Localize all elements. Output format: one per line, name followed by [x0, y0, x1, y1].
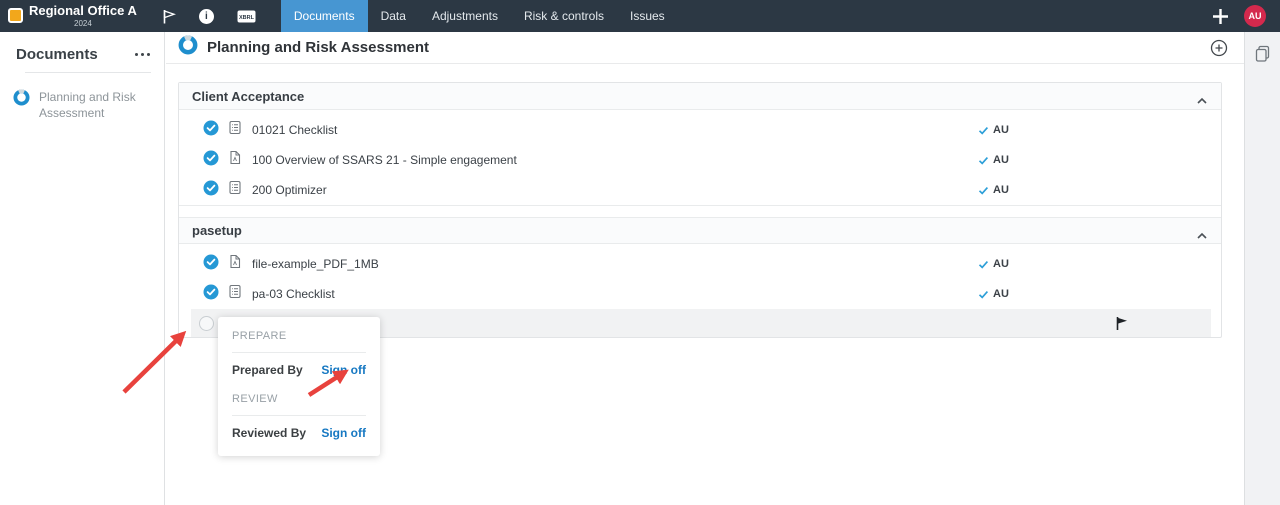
- page-header: Planning and Risk Assessment: [166, 32, 1244, 64]
- info-icon[interactable]: i: [198, 8, 214, 24]
- signoff-complete-icon[interactable]: [203, 180, 219, 201]
- add-document-icon[interactable]: [1210, 39, 1228, 57]
- signoff-complete-icon[interactable]: [203, 284, 219, 305]
- prepare-heading: PREPARE: [232, 330, 287, 342]
- review-heading: REVIEW: [232, 393, 278, 405]
- check-icon: [978, 186, 989, 195]
- chevron-up-icon[interactable]: [1196, 227, 1208, 239]
- document-row[interactable]: file-example_PDF_1MB AU: [179, 249, 1221, 279]
- document-row[interactable]: 200 Optimizer AU: [179, 175, 1221, 205]
- signoff-pending-icon[interactable]: [199, 315, 214, 331]
- document-name: 01021 Checklist: [252, 123, 338, 137]
- document-ring-logo-icon: [13, 89, 30, 121]
- org-logo-icon: [8, 8, 23, 24]
- document-name: 100 Overview of SSARS 21 - Simple engage…: [252, 153, 517, 167]
- document-name: 200 Optimizer: [252, 183, 327, 197]
- prepared-by-label: Prepared By: [232, 363, 303, 377]
- signoff-complete-icon[interactable]: [203, 150, 219, 171]
- document-row[interactable]: pa-03 Checklist AU: [179, 279, 1221, 309]
- section-header-client-acceptance[interactable]: Client Acceptance: [179, 83, 1221, 110]
- popup-divider: [232, 415, 366, 416]
- section-title: pasetup: [192, 223, 242, 238]
- signoff-complete-icon[interactable]: [203, 120, 219, 141]
- popup-divider: [232, 352, 366, 353]
- signoff-popup: PREPARE Prepared By Sign off REVIEW Revi…: [218, 317, 380, 456]
- document-name: pa-03 Checklist: [252, 287, 335, 301]
- svg-text:XBRL: XBRL: [239, 14, 255, 20]
- chevron-up-icon[interactable]: [1196, 92, 1208, 104]
- reviewed-by-label: Reviewed By: [232, 426, 307, 440]
- app-window: Regional Office A 2024 i XBRL Documents …: [0, 0, 1280, 505]
- checklist-icon: [228, 284, 242, 304]
- sidebar-item-planning-and-risk-assessment[interactable]: Planning and Risk Assessment: [0, 73, 164, 121]
- more-options-icon[interactable]: [134, 49, 150, 61]
- checklist-icon: [228, 120, 242, 140]
- tab-issues[interactable]: Issues: [617, 0, 678, 32]
- page-title: Planning and Risk Assessment: [207, 39, 430, 56]
- document-sections-card: Client Acceptance 01021 Checklist AU 100…: [178, 82, 1222, 338]
- flag-icon[interactable]: [161, 8, 177, 25]
- sidebar-item-label: Planning and Risk Assessment: [39, 90, 136, 121]
- section-title: Client Acceptance: [192, 88, 305, 104]
- signoff-status: AU: [978, 288, 1009, 300]
- document-ring-logo-icon: [178, 35, 198, 60]
- check-icon: [978, 260, 989, 269]
- document-row[interactable]: 01021 Checklist AU: [179, 115, 1221, 145]
- signoff-status: AU: [978, 124, 1009, 136]
- pdf-icon: [228, 254, 242, 274]
- pdf-icon: [228, 150, 242, 170]
- add-icon[interactable]: [1211, 7, 1230, 26]
- tab-documents[interactable]: Documents: [280, 0, 368, 32]
- flag-annotation-icon[interactable]: [1115, 316, 1129, 331]
- document-row[interactable]: 100 Overview of SSARS 21 - Simple engage…: [179, 145, 1221, 175]
- document-name: file-example_PDF_1MB: [252, 257, 379, 271]
- right-utility-rail: [1244, 32, 1280, 505]
- signoff-complete-icon[interactable]: [203, 254, 219, 275]
- signoff-status: AU: [978, 184, 1009, 196]
- signoff-status: AU: [978, 258, 1009, 270]
- check-icon: [978, 290, 989, 299]
- prepare-signoff-link[interactable]: Sign off: [321, 363, 366, 377]
- check-icon: [978, 126, 989, 135]
- tab-risk-controls[interactable]: Risk & controls: [511, 0, 617, 32]
- checklist-icon: [228, 180, 242, 200]
- tab-adjustments[interactable]: Adjustments: [419, 0, 511, 32]
- section-header-pasetup[interactable]: pasetup: [179, 217, 1221, 244]
- tab-data[interactable]: Data: [368, 0, 419, 32]
- signoff-status: AU: [978, 154, 1009, 166]
- documents-panel-icon[interactable]: [1254, 45, 1271, 63]
- documents-sidebar: Documents Planning and Risk Assessment: [0, 32, 165, 505]
- org-brand[interactable]: Regional Office A 2024: [8, 2, 137, 29]
- top-navbar: Regional Office A 2024 i XBRL Documents …: [0, 0, 1280, 32]
- engagement-year: 2024: [74, 19, 92, 29]
- xbrl-icon[interactable]: XBRL: [236, 8, 257, 25]
- sidebar-title: Documents: [16, 46, 98, 63]
- nav-tabs: Documents Data Adjustments Risk & contro…: [280, 0, 678, 32]
- avatar[interactable]: AU: [1244, 5, 1266, 27]
- org-name: Regional Office A: [29, 2, 137, 18]
- check-icon: [978, 156, 989, 165]
- review-signoff-link[interactable]: Sign off: [321, 426, 366, 440]
